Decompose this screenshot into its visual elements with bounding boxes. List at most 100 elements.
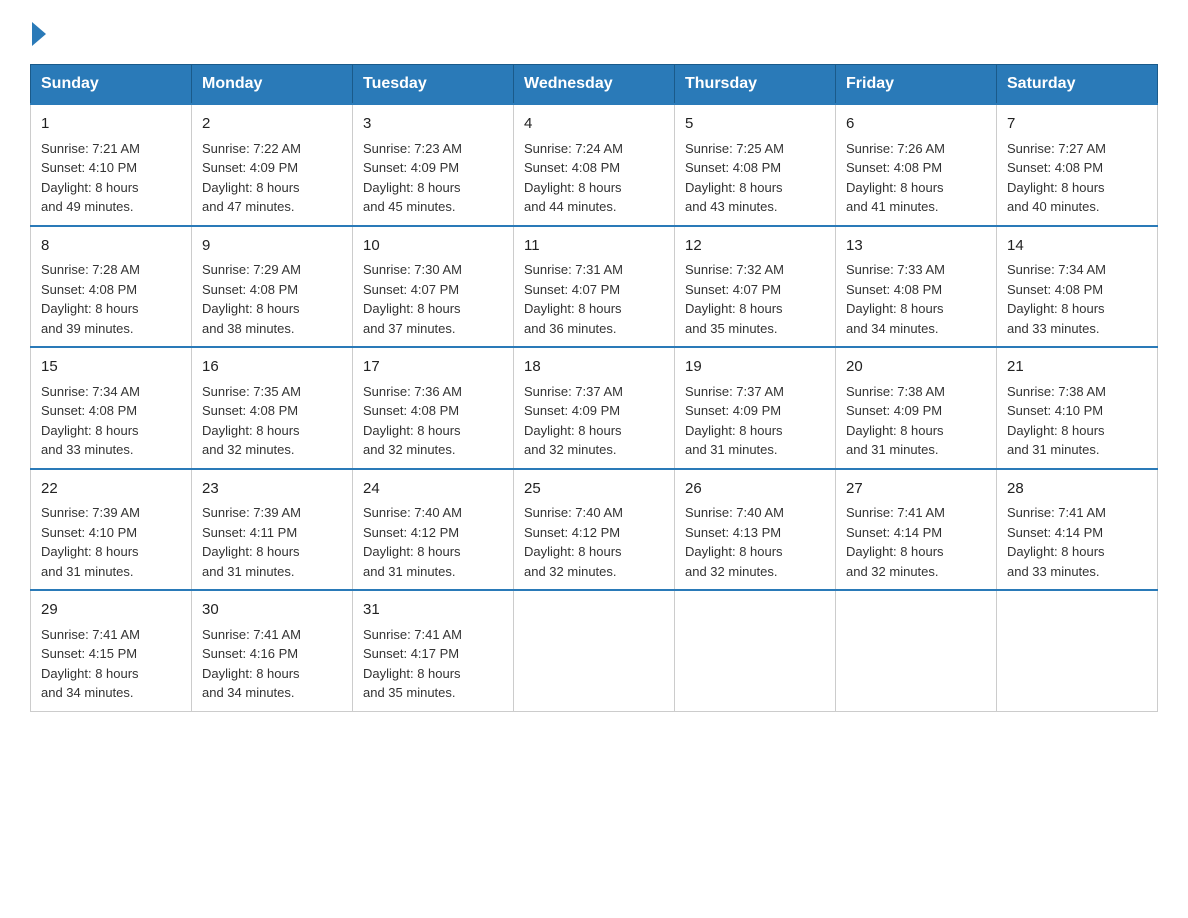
day-daylight: Daylight: 8 hours bbox=[846, 423, 944, 438]
calendar-cell: 11 Sunrise: 7:31 AM Sunset: 4:07 PM Dayl… bbox=[514, 226, 675, 348]
day-number: 17 bbox=[363, 356, 503, 379]
day-number: 5 bbox=[685, 113, 825, 136]
week-row-1: 1 Sunrise: 7:21 AM Sunset: 4:10 PM Dayli… bbox=[31, 104, 1158, 226]
day-daylight: Daylight: 8 hours bbox=[1007, 301, 1105, 316]
day-sunrise: Sunrise: 7:26 AM bbox=[846, 141, 945, 156]
day-number: 10 bbox=[363, 235, 503, 258]
day-sunset: Sunset: 4:08 PM bbox=[1007, 160, 1103, 175]
day-daylight: Daylight: 8 hours bbox=[202, 544, 300, 559]
calendar-cell: 12 Sunrise: 7:32 AM Sunset: 4:07 PM Dayl… bbox=[675, 226, 836, 348]
day-sunset: Sunset: 4:07 PM bbox=[685, 282, 781, 297]
day-sunset: Sunset: 4:08 PM bbox=[685, 160, 781, 175]
day-daylight-min: and 39 minutes. bbox=[41, 321, 134, 336]
logo-arrow-icon bbox=[32, 22, 46, 46]
day-sunrise: Sunrise: 7:40 AM bbox=[363, 505, 462, 520]
day-sunset: Sunset: 4:09 PM bbox=[685, 403, 781, 418]
day-daylight: Daylight: 8 hours bbox=[202, 423, 300, 438]
day-sunset: Sunset: 4:09 PM bbox=[524, 403, 620, 418]
calendar-cell: 26 Sunrise: 7:40 AM Sunset: 4:13 PM Dayl… bbox=[675, 469, 836, 591]
day-daylight: Daylight: 8 hours bbox=[363, 301, 461, 316]
day-number: 18 bbox=[524, 356, 664, 379]
calendar-cell: 18 Sunrise: 7:37 AM Sunset: 4:09 PM Dayl… bbox=[514, 347, 675, 469]
day-sunrise: Sunrise: 7:33 AM bbox=[846, 262, 945, 277]
day-daylight-min: and 31 minutes. bbox=[41, 564, 134, 579]
day-sunset: Sunset: 4:10 PM bbox=[41, 525, 137, 540]
day-sunset: Sunset: 4:12 PM bbox=[363, 525, 459, 540]
day-sunset: Sunset: 4:11 PM bbox=[202, 525, 297, 540]
day-sunrise: Sunrise: 7:24 AM bbox=[524, 141, 623, 156]
day-sunrise: Sunrise: 7:36 AM bbox=[363, 384, 462, 399]
day-daylight: Daylight: 8 hours bbox=[524, 180, 622, 195]
weekday-header-tuesday: Tuesday bbox=[353, 65, 514, 105]
day-number: 26 bbox=[685, 478, 825, 501]
calendar-cell: 22 Sunrise: 7:39 AM Sunset: 4:10 PM Dayl… bbox=[31, 469, 192, 591]
day-daylight-min: and 41 minutes. bbox=[846, 199, 939, 214]
day-daylight-min: and 31 minutes. bbox=[202, 564, 295, 579]
calendar-cell: 24 Sunrise: 7:40 AM Sunset: 4:12 PM Dayl… bbox=[353, 469, 514, 591]
day-daylight: Daylight: 8 hours bbox=[202, 301, 300, 316]
day-number: 4 bbox=[524, 113, 664, 136]
day-sunset: Sunset: 4:12 PM bbox=[524, 525, 620, 540]
day-sunset: Sunset: 4:08 PM bbox=[524, 160, 620, 175]
calendar-cell bbox=[514, 590, 675, 711]
day-daylight: Daylight: 8 hours bbox=[524, 544, 622, 559]
day-sunset: Sunset: 4:15 PM bbox=[41, 646, 137, 661]
day-sunset: Sunset: 4:09 PM bbox=[202, 160, 298, 175]
weekday-header-thursday: Thursday bbox=[675, 65, 836, 105]
day-daylight-min: and 40 minutes. bbox=[1007, 199, 1100, 214]
day-daylight-min: and 33 minutes. bbox=[41, 442, 134, 457]
day-sunrise: Sunrise: 7:39 AM bbox=[202, 505, 301, 520]
week-row-3: 15 Sunrise: 7:34 AM Sunset: 4:08 PM Dayl… bbox=[31, 347, 1158, 469]
day-daylight-min: and 31 minutes. bbox=[846, 442, 939, 457]
day-sunset: Sunset: 4:07 PM bbox=[524, 282, 620, 297]
day-daylight: Daylight: 8 hours bbox=[846, 301, 944, 316]
day-number: 14 bbox=[1007, 235, 1147, 258]
day-daylight: Daylight: 8 hours bbox=[1007, 423, 1105, 438]
calendar-cell: 14 Sunrise: 7:34 AM Sunset: 4:08 PM Dayl… bbox=[997, 226, 1158, 348]
day-sunrise: Sunrise: 7:41 AM bbox=[202, 627, 301, 642]
day-daylight: Daylight: 8 hours bbox=[685, 301, 783, 316]
day-sunset: Sunset: 4:08 PM bbox=[1007, 282, 1103, 297]
day-daylight-min: and 31 minutes. bbox=[1007, 442, 1100, 457]
day-number: 31 bbox=[363, 599, 503, 622]
day-sunrise: Sunrise: 7:41 AM bbox=[41, 627, 140, 642]
day-daylight-min: and 34 minutes. bbox=[202, 685, 295, 700]
day-number: 11 bbox=[524, 235, 664, 258]
day-sunrise: Sunrise: 7:41 AM bbox=[1007, 505, 1106, 520]
day-sunrise: Sunrise: 7:31 AM bbox=[524, 262, 623, 277]
day-number: 15 bbox=[41, 356, 181, 379]
day-number: 27 bbox=[846, 478, 986, 501]
day-sunset: Sunset: 4:09 PM bbox=[363, 160, 459, 175]
calendar-cell: 6 Sunrise: 7:26 AM Sunset: 4:08 PM Dayli… bbox=[836, 104, 997, 226]
calendar-cell: 1 Sunrise: 7:21 AM Sunset: 4:10 PM Dayli… bbox=[31, 104, 192, 226]
calendar-cell: 21 Sunrise: 7:38 AM Sunset: 4:10 PM Dayl… bbox=[997, 347, 1158, 469]
calendar-cell: 30 Sunrise: 7:41 AM Sunset: 4:16 PM Dayl… bbox=[192, 590, 353, 711]
day-sunrise: Sunrise: 7:21 AM bbox=[41, 141, 140, 156]
day-number: 24 bbox=[363, 478, 503, 501]
day-sunrise: Sunrise: 7:35 AM bbox=[202, 384, 301, 399]
calendar-cell: 25 Sunrise: 7:40 AM Sunset: 4:12 PM Dayl… bbox=[514, 469, 675, 591]
day-sunset: Sunset: 4:08 PM bbox=[846, 160, 942, 175]
day-daylight-min: and 38 minutes. bbox=[202, 321, 295, 336]
calendar-cell: 13 Sunrise: 7:33 AM Sunset: 4:08 PM Dayl… bbox=[836, 226, 997, 348]
day-number: 6 bbox=[846, 113, 986, 136]
day-daylight: Daylight: 8 hours bbox=[363, 666, 461, 681]
day-number: 3 bbox=[363, 113, 503, 136]
weekday-header-friday: Friday bbox=[836, 65, 997, 105]
day-daylight: Daylight: 8 hours bbox=[41, 423, 139, 438]
calendar-cell: 20 Sunrise: 7:38 AM Sunset: 4:09 PM Dayl… bbox=[836, 347, 997, 469]
calendar-cell: 19 Sunrise: 7:37 AM Sunset: 4:09 PM Dayl… bbox=[675, 347, 836, 469]
calendar-cell: 28 Sunrise: 7:41 AM Sunset: 4:14 PM Dayl… bbox=[997, 469, 1158, 591]
day-sunrise: Sunrise: 7:41 AM bbox=[363, 627, 462, 642]
calendar-cell bbox=[675, 590, 836, 711]
day-number: 12 bbox=[685, 235, 825, 258]
day-sunrise: Sunrise: 7:37 AM bbox=[524, 384, 623, 399]
day-daylight: Daylight: 8 hours bbox=[1007, 544, 1105, 559]
day-daylight: Daylight: 8 hours bbox=[846, 180, 944, 195]
day-number: 16 bbox=[202, 356, 342, 379]
day-sunrise: Sunrise: 7:34 AM bbox=[41, 384, 140, 399]
day-sunset: Sunset: 4:16 PM bbox=[202, 646, 298, 661]
day-daylight: Daylight: 8 hours bbox=[41, 666, 139, 681]
day-daylight: Daylight: 8 hours bbox=[363, 180, 461, 195]
day-sunset: Sunset: 4:08 PM bbox=[202, 282, 298, 297]
